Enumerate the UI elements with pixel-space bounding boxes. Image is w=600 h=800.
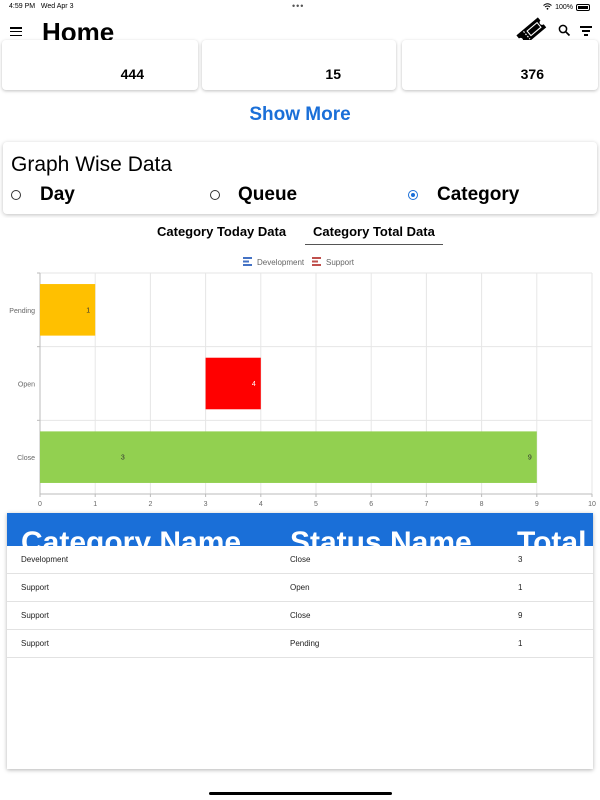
wifi-icon: [543, 3, 552, 12]
legend-swatch: [312, 260, 318, 263]
status-indicators: 100%: [543, 3, 590, 12]
x-tick-label: 10: [588, 501, 596, 508]
x-tick-label: 2: [148, 501, 152, 508]
table-row[interactable]: Development Close 3: [7, 546, 593, 574]
category-bar-chart: Development Support 0 1 2 3 4 5 6 7 8 9 10 Pending Ope…: [9, 257, 596, 508]
menu-icon[interactable]: [10, 27, 22, 37]
radio-category-label[interactable]: Category: [437, 184, 519, 206]
cell-total: 1: [518, 639, 523, 648]
bar-segment-label: 3: [121, 455, 125, 462]
radio-day[interactable]: [11, 190, 21, 200]
battery-icon: [576, 4, 590, 11]
x-tick-label: 5: [314, 501, 318, 508]
cell-total: 1: [518, 583, 523, 592]
table-body: Development Close 3 Support Open 1 Suppo…: [7, 546, 593, 658]
status-date: Wed Apr 3: [40, 3, 74, 10]
x-tick-label: 1: [93, 501, 97, 508]
table-row[interactable]: Support Open 1: [7, 574, 593, 602]
cell-category: Development: [21, 555, 69, 564]
cell-status: Open: [290, 583, 310, 592]
radio-day-label[interactable]: Day: [40, 184, 75, 206]
graph-section-title: Graph Wise Data: [11, 153, 173, 176]
legend-swatch: [243, 257, 252, 259]
category-status-table: Category Name Status Name Total Developm…: [7, 513, 593, 769]
status-bar: 4:59 PM Wed Apr 3 ••• 100%: [0, 0, 600, 14]
x-tick-label: 8: [480, 501, 484, 508]
legend-swatch: [312, 264, 321, 266]
x-tick-label: 0: [38, 501, 42, 508]
cell-category: Support: [21, 583, 50, 592]
stat-card-value: 376: [520, 66, 544, 82]
x-tick-label: 6: [369, 501, 373, 508]
radio-category[interactable]: [408, 190, 418, 200]
stat-card[interactable]: 15: [202, 40, 396, 90]
stat-card[interactable]: 376: [402, 40, 598, 90]
legend-swatch: [312, 257, 321, 259]
radio-queue[interactable]: [210, 190, 220, 200]
search-icon[interactable]: [558, 24, 571, 37]
cell-status: Close: [290, 555, 311, 564]
radio-queue-label[interactable]: Queue: [238, 184, 297, 206]
table-row[interactable]: Support Close 9: [7, 602, 593, 630]
status-time-date: 4:59 PM Wed Apr 3: [9, 3, 73, 10]
chart-panel: Category Today Data Category Total Data …: [3, 218, 597, 510]
table-row[interactable]: Support Pending 1: [7, 630, 593, 658]
home-indicator[interactable]: [209, 792, 392, 795]
x-tick-label: 4: [259, 501, 263, 508]
cell-total: 3: [518, 555, 523, 564]
column-header-category[interactable]: Category Name: [21, 526, 241, 546]
home-screen: 4:59 PM Wed Apr 3 ••• 100% Home 444 15 3…: [0, 0, 600, 800]
x-tick-label: 9: [535, 501, 539, 508]
legend-swatch: [243, 260, 249, 263]
stat-cards: 444 15 376: [0, 40, 600, 92]
cell-status: Close: [290, 611, 311, 620]
y-tick-label: Open: [18, 382, 35, 389]
status-time: 4:59 PM: [9, 3, 36, 10]
column-header-total[interactable]: Total: [517, 526, 586, 546]
multitasking-dots-icon[interactable]: •••: [292, 1, 304, 11]
battery-percent: 100%: [555, 4, 573, 11]
cell-category: Support: [21, 639, 50, 648]
cell-status: Pending: [290, 639, 320, 648]
column-header-status[interactable]: Status Name: [290, 526, 472, 546]
bar-data-label: 4: [252, 381, 256, 388]
bar-close: [40, 431, 537, 483]
x-tick-label: 3: [204, 501, 208, 508]
legend-swatch: [243, 264, 252, 266]
table-header: Category Name Status Name Total: [7, 513, 593, 546]
bar-data-label: 9: [528, 455, 532, 462]
y-tick-label: Pending: [9, 308, 35, 315]
stat-card-value: 444: [120, 66, 144, 82]
graph-wise-data-card: Graph Wise Data Day Queue Category: [3, 142, 597, 214]
stat-card-value: 15: [325, 66, 341, 82]
stat-card[interactable]: 444: [2, 40, 198, 90]
cell-category: Support: [21, 611, 50, 620]
x-tick-label: 7: [424, 501, 428, 508]
y-tick-label: Close: [17, 455, 35, 462]
cell-total: 9: [518, 611, 523, 620]
show-more-button[interactable]: Show More: [0, 104, 600, 126]
bar-data-label: 1: [86, 307, 90, 314]
filter-icon[interactable]: [580, 26, 592, 36]
legend-label: Development: [257, 258, 305, 267]
legend-label: Support: [326, 258, 355, 267]
